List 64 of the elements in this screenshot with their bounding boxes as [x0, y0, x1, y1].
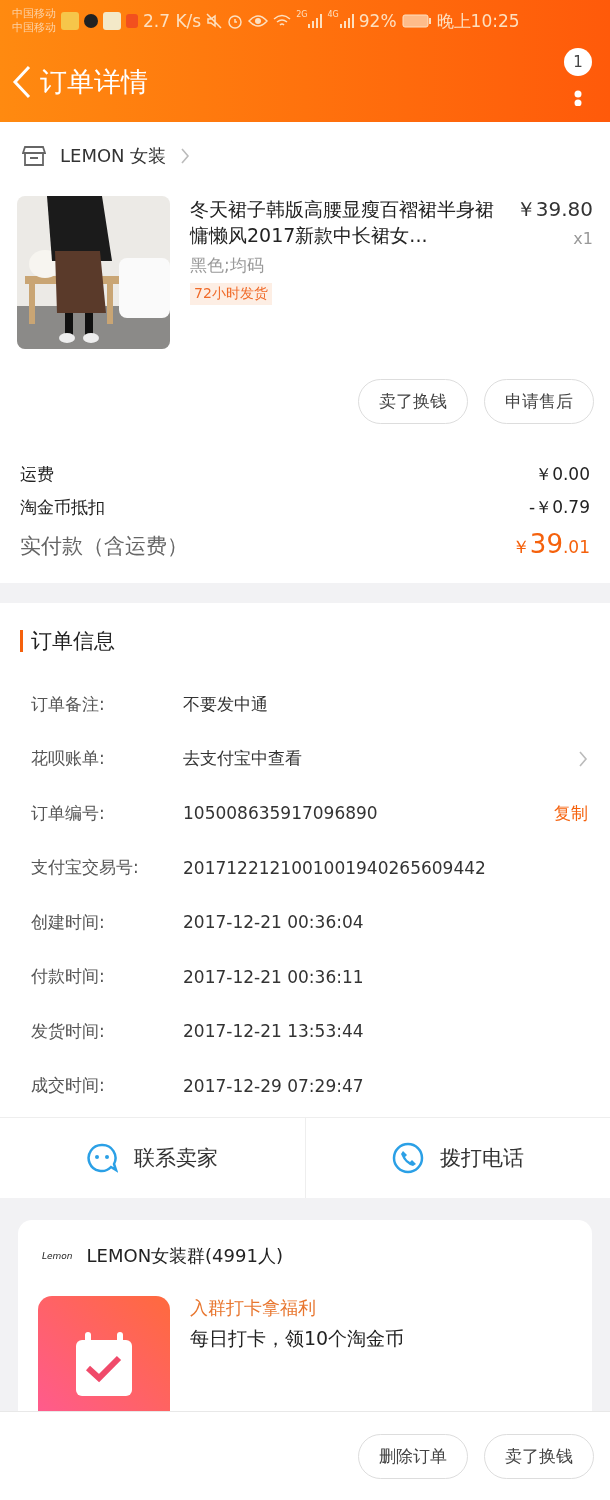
phone-icon [391, 1142, 424, 1174]
info-label: 发货时间: [31, 1019, 106, 1043]
currency-sign: ￥ [511, 536, 530, 557]
battery-icon [401, 14, 432, 28]
total-label: 实付款（含运费） [20, 533, 188, 560]
carrier-label: 中国移动 [12, 7, 56, 21]
cost-value: ￥0.00 [535, 463, 590, 486]
info-value[interactable]: 去支付宝中查看 [183, 747, 578, 771]
alarm-icon [227, 13, 244, 29]
action-button[interactable]: 删除订单 [358, 1433, 468, 1479]
store-name[interactable]: LEMON 女装 [60, 144, 167, 168]
network-type: 4G [327, 10, 339, 19]
total-amount: 39 [529, 529, 563, 559]
store-icon [22, 145, 46, 167]
cost-value: -￥0.79 [529, 496, 590, 519]
music-app-icon [84, 14, 98, 28]
product-price: ￥39.80 [515, 196, 593, 223]
wifi-icon [273, 14, 292, 28]
info-label: 付款时间: [31, 965, 106, 989]
signal-icon [339, 14, 354, 28]
info-value: 2017122121001001940265609442 [183, 857, 487, 878]
carrier-label: 中国移动 [12, 21, 56, 35]
info-label: 创建时间: [31, 910, 106, 934]
group-name[interactable]: LEMON女装群(4991人) [86, 1244, 283, 1268]
info-label: 订单备注: [31, 692, 106, 716]
info-value: 2017-12-29 07:29:47 [183, 1075, 365, 1096]
info-value: 2017-12-21 00:36:11 [183, 966, 365, 987]
info-label: 花呗账单: [31, 747, 106, 771]
shipping-tag: 72小时发货 [190, 283, 272, 305]
chat-icon [86, 1142, 119, 1174]
info-label: 支付宝交易号: [31, 856, 140, 880]
battery-percent: 92% [358, 11, 397, 31]
product-title[interactable]: 冬天裙子韩版高腰显瘦百褶裙半身裙慵懒风2017新款中长裙女... [190, 196, 502, 248]
promo-text: 每日打卡，领10个淘金币 [190, 1326, 405, 1351]
action-button[interactable]: 申请售后 [484, 379, 594, 424]
action-button[interactable]: 卖了换钱 [484, 1433, 594, 1479]
info-value: 2017-12-21 13:53:44 [183, 1021, 365, 1042]
quantity: x1 [573, 229, 593, 248]
total-decimal: .01 [562, 537, 590, 557]
network-type: 2G [296, 10, 308, 19]
info-value: 2017-12-21 00:36:04 [183, 912, 365, 933]
cost-label: 淘金币抵扣 [20, 496, 105, 519]
info-label: 成交时间: [31, 1074, 106, 1098]
contact-seller-button[interactable]: 联系卖家 [0, 1118, 305, 1198]
section-title: 订单信息 [31, 628, 115, 655]
info-value: 105008635917096890 [183, 803, 379, 824]
eye-icon [248, 14, 269, 28]
chevron-icon[interactable] [578, 749, 588, 768]
group-logo: Lemon [42, 1251, 73, 1261]
call-button[interactable]: 拨打电话 [304, 1118, 610, 1198]
back-icon[interactable] [12, 65, 32, 99]
network-speed: 2.7 K/s [143, 11, 202, 31]
action-button[interactable]: 卖了换钱 [358, 379, 468, 424]
chevron-icon [180, 147, 191, 165]
page-title: 订单详情 [40, 65, 148, 99]
notification-badge: 1 [564, 48, 592, 76]
info-label: 订单编号: [31, 801, 106, 825]
cost-label: 运费 [20, 463, 54, 486]
signal-icon [308, 14, 323, 28]
clock: 晚上10:25 [436, 9, 520, 33]
info-value: 不要发中通 [183, 692, 269, 716]
promo-title: 入群打卡拿福利 [190, 1296, 317, 1320]
mute-icon [206, 13, 223, 29]
product-spec: 黑色;均码 [190, 254, 265, 277]
